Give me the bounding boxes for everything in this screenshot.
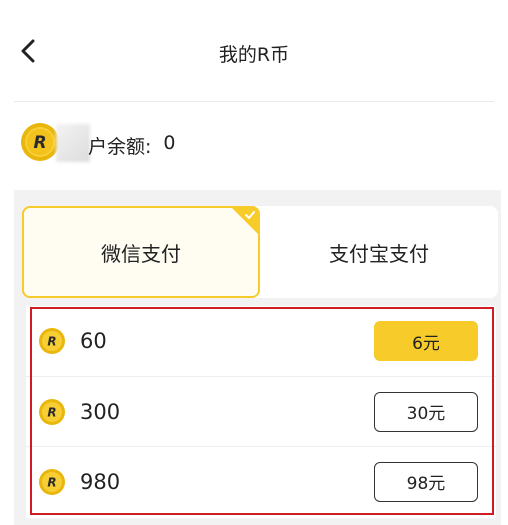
- balance-row: R 户余额: 0: [0, 102, 508, 190]
- balance-label: 户余额:: [88, 136, 152, 158]
- product-row[interactable]: R 60 6元: [26, 306, 496, 376]
- wechat-pay-label: 微信支付: [101, 241, 181, 266]
- coin-amount: 980: [80, 469, 121, 494]
- product-row[interactable]: R 300 30元: [26, 376, 496, 446]
- recharge-product-list: R 60 6元 R 300 30元 R 980 98元: [26, 306, 496, 518]
- svg-text:R: R: [47, 475, 56, 489]
- payment-method-selector: 微信支付 支付宝支付: [22, 206, 498, 298]
- coin-amount: 300: [80, 399, 121, 424]
- product-row[interactable]: R 980 98元: [26, 446, 496, 516]
- header-bar: 我的R币: [0, 0, 508, 102]
- balance-text: 户余额: 0: [88, 132, 176, 159]
- balance-value: 0: [163, 132, 176, 154]
- r-coin-icon: R: [39, 328, 65, 354]
- privacy-mosaic: [56, 124, 90, 162]
- alipay-label: 支付宝支付: [329, 241, 429, 266]
- r-coin-icon: R: [39, 468, 65, 495]
- coin-amount: 60: [80, 329, 107, 353]
- page-title: 我的R币: [218, 44, 290, 66]
- price-button[interactable]: 6元: [374, 321, 478, 361]
- svg-text:R: R: [33, 133, 46, 153]
- alipay-option[interactable]: 支付宝支付: [260, 206, 498, 298]
- price-button[interactable]: 98元: [374, 461, 478, 502]
- wechat-pay-option[interactable]: 微信支付: [22, 206, 260, 298]
- r-coin-icon: R: [21, 123, 59, 161]
- price-button[interactable]: 30元: [374, 391, 478, 432]
- svg-text:R: R: [47, 335, 56, 349]
- check-icon: [245, 211, 255, 219]
- r-coin-icon: R: [39, 398, 65, 425]
- svg-text:R: R: [47, 405, 56, 419]
